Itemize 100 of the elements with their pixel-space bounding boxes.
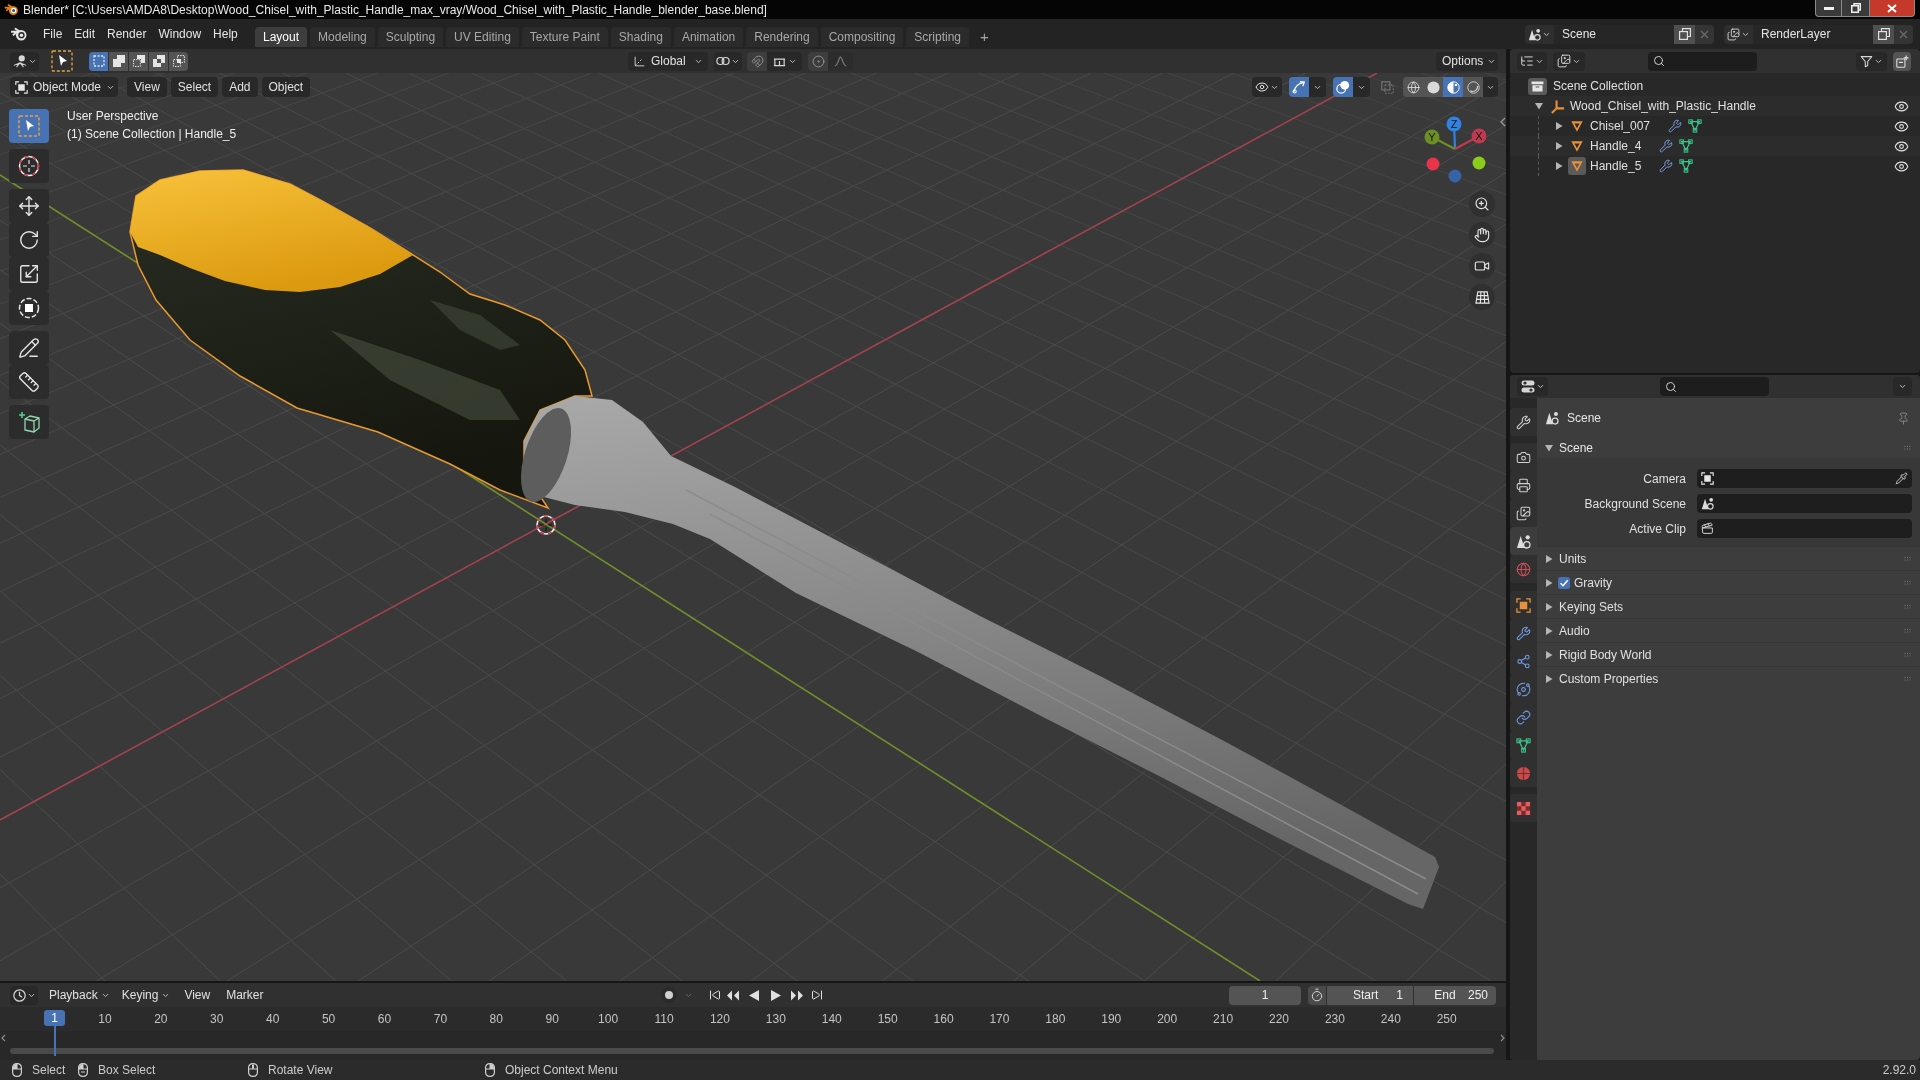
gizmo-toggle[interactable] [1289, 77, 1309, 97]
menu-button[interactable]: Add [222, 77, 258, 97]
tool-button[interactable] [9, 189, 49, 223]
workspace-tab[interactable]: UV Editing [446, 27, 519, 47]
snap-dropdown[interactable] [767, 51, 802, 71]
workspace-tab[interactable]: Texture Paint [521, 27, 608, 47]
status-hint: Rotate View [268, 1062, 333, 1079]
filter-dropdown[interactable] [1856, 51, 1887, 71]
search-field[interactable] [1660, 377, 1769, 396]
properties-tab[interactable] [1510, 527, 1537, 555]
subpanel-header[interactable]: Units [1537, 546, 1920, 570]
search-field[interactable] [1648, 51, 1757, 71]
clip-field[interactable] [1697, 519, 1912, 538]
preview-range-toggle[interactable] [1308, 985, 1326, 1005]
outliner-row[interactable]: Wood_Chisel_with_Plastic_Handle [1510, 96, 1920, 116]
auto-keying-button[interactable] [661, 987, 677, 1003]
workspace-tab[interactable]: Scripting [906, 27, 970, 47]
shading-button[interactable] [1403, 77, 1423, 97]
shading-button[interactable] [1423, 77, 1443, 97]
workspace-tab[interactable]: Layout [255, 27, 308, 47]
menu-button[interactable]: View [179, 985, 216, 1005]
tool-button[interactable] [9, 405, 49, 439]
menu-dropdown[interactable]: Playback [46, 985, 113, 1005]
outliner-row[interactable]: Handle_4 [1510, 136, 1920, 156]
properties-tab[interactable] [1510, 443, 1537, 471]
properties-tab[interactable] [1510, 499, 1537, 527]
mode-dropdown[interactable]: Object Mode [10, 77, 118, 97]
duplicate-button[interactable] [1674, 24, 1695, 44]
select-mode-button[interactable] [129, 51, 148, 71]
menu-button[interactable]: View [127, 77, 167, 97]
select-mode-button[interactable] [109, 51, 128, 71]
menu-item[interactable]: Edit [68, 23, 102, 45]
visibility-dropdown[interactable] [1252, 77, 1282, 97]
menu-item[interactable]: Window [152, 23, 208, 45]
end-frame-field[interactable]: End 250 [1414, 985, 1496, 1005]
field-label: Background Scene [1583, 495, 1686, 513]
menu-dropdown[interactable]: Keying [118, 985, 174, 1005]
view-layer-browse-button[interactable] [1724, 24, 1753, 44]
object-field[interactable] [1697, 469, 1912, 488]
subpanel-header[interactable]: Rigid Body World [1537, 642, 1920, 666]
menu-button[interactable]: Object [261, 77, 311, 97]
properties-tab[interactable] [1510, 794, 1537, 822]
axis-handle[interactable]: Z [1446, 116, 1462, 150]
scene-browse-button[interactable] [1525, 24, 1554, 44]
proportional-toggle[interactable] [808, 51, 828, 71]
workspace-tab[interactable]: Rendering [746, 27, 818, 47]
minimize-icon [1823, 6, 1834, 10]
snap-toggle[interactable] [747, 51, 767, 71]
subpanel-header[interactable]: Keying Sets [1537, 594, 1920, 618]
menu-item[interactable]: File [37, 23, 69, 45]
checkbox[interactable] [1558, 576, 1570, 589]
properties-tab[interactable] [1510, 408, 1537, 436]
select-mode-button[interactable] [169, 51, 188, 71]
menu-button[interactable]: Select [170, 77, 219, 97]
menu-item[interactable]: Render [101, 23, 153, 45]
workspace-tab[interactable]: Animation [673, 27, 744, 47]
duplicate-button[interactable] [1873, 24, 1894, 44]
menu-button[interactable]: Marker [221, 985, 269, 1005]
editor-type-button[interactable] [10, 985, 38, 1005]
select-mode-button[interactable] [149, 51, 168, 71]
shading-button[interactable] [1443, 77, 1463, 97]
jump-end-button[interactable] [810, 987, 824, 1003]
select-mode-button[interactable] [89, 51, 108, 71]
tool-button[interactable] [9, 291, 49, 325]
start-frame-field[interactable]: Start 1 [1327, 985, 1413, 1005]
overlay-toggle[interactable] [1333, 77, 1353, 97]
tool-button[interactable] [9, 331, 49, 365]
display-mode-dropdown[interactable] [1517, 51, 1547, 71]
orientation-dropdown[interactable]: Global [628, 51, 708, 71]
options-dropdown[interactable]: Options [1436, 51, 1498, 71]
current-frame-field[interactable]: 1 [1229, 985, 1301, 1005]
minimize-button[interactable] [1815, 0, 1842, 17]
panel-header[interactable]: Scene [1537, 438, 1920, 458]
pivot-dropdown[interactable] [714, 51, 742, 71]
subpanel-header[interactable]: Custom Properties [1537, 666, 1920, 690]
falloff-dropdown[interactable] [828, 51, 853, 71]
axis-handle[interactable]: Y [1424, 129, 1456, 150]
scene-field[interactable] [1697, 494, 1912, 513]
tool-button[interactable] [9, 149, 49, 183]
play-reverse-button[interactable] [746, 987, 762, 1003]
subpanel-header[interactable]: Gravity [1537, 570, 1920, 594]
shading-button[interactable] [1463, 77, 1483, 97]
subpanel-header[interactable]: Audio [1537, 618, 1920, 642]
new-collection-button[interactable] [1893, 51, 1911, 71]
editor-type-button[interactable] [10, 51, 39, 71]
add-workspace-button[interactable]: + [972, 27, 997, 47]
close-button[interactable] [1870, 0, 1915, 17]
workspace-tab[interactable]: Sculpting [377, 27, 444, 47]
playhead-frame[interactable]: 1 [44, 1010, 65, 1026]
view-layer-filter-dropdown[interactable] [1553, 51, 1585, 71]
jump-start-button[interactable] [708, 987, 722, 1003]
workspace-tab[interactable]: Modeling [310, 27, 375, 47]
tool-button[interactable] [9, 365, 49, 399]
maximize-button[interactable] [1842, 0, 1870, 17]
workspace-tab[interactable]: Shading [610, 27, 671, 47]
editor-type-button[interactable] [1517, 377, 1548, 396]
properties-tab[interactable] [1510, 591, 1537, 619]
menu-item[interactable]: Help [207, 23, 244, 45]
workspace-tab[interactable]: Compositing [820, 27, 904, 47]
play-button[interactable] [768, 987, 784, 1003]
